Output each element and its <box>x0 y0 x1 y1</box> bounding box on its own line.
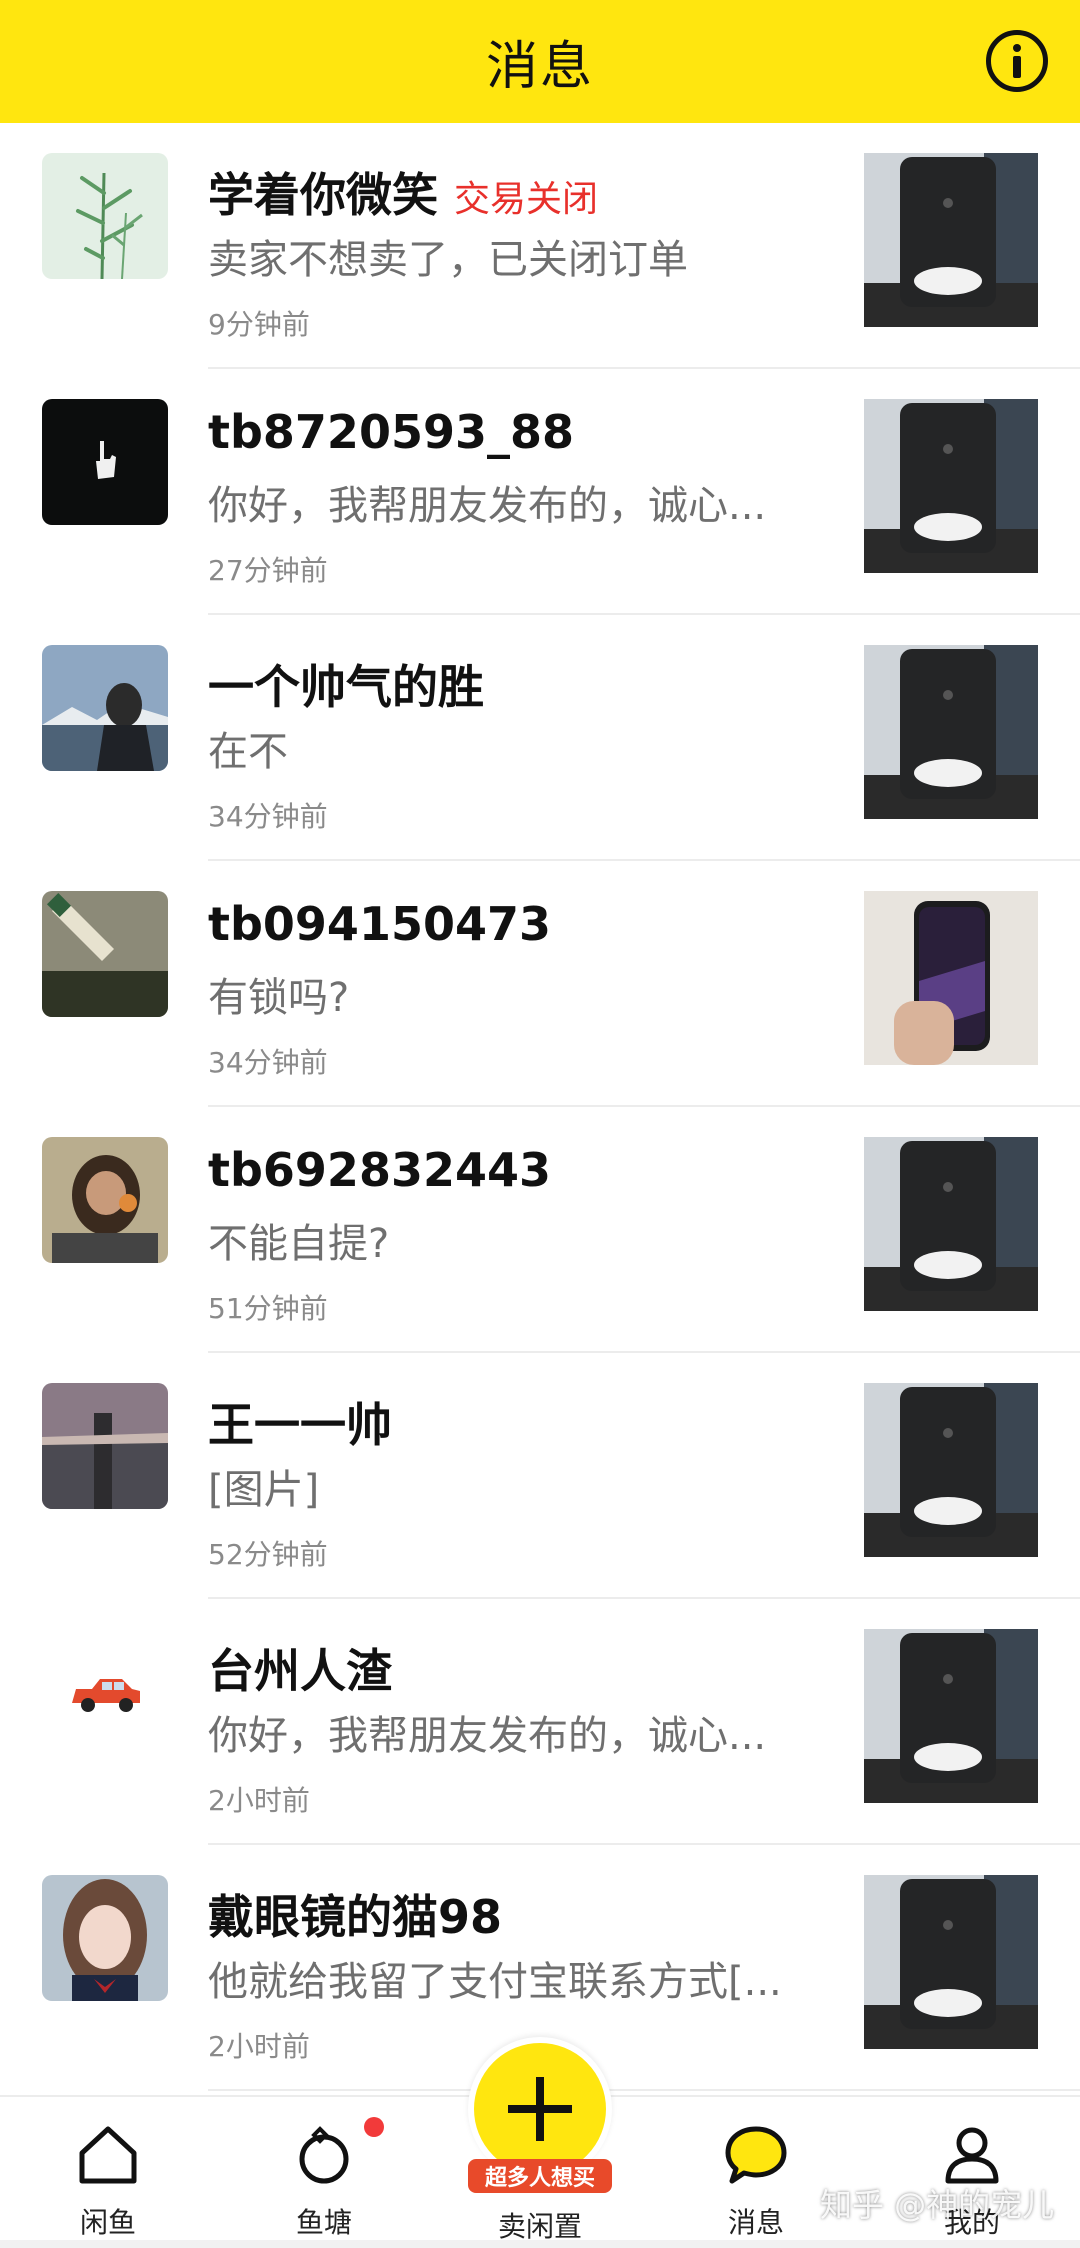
avatar[interactable] <box>42 1875 168 2001</box>
conversation-list: 学着你微笑 交易关闭 卖家不想卖了，已关闭订单 9分钟前 tb8720593_8… <box>0 123 1080 2091</box>
item-thumbnail[interactable] <box>864 1629 1038 1803</box>
sell-promo-badge: 超多人想买 <box>468 2159 612 2193</box>
contact-name: tb094150473 <box>208 897 551 951</box>
notification-dot <box>364 2117 384 2137</box>
avatar[interactable] <box>42 399 168 525</box>
item-thumbnail[interactable] <box>864 399 1038 573</box>
message-preview: 有锁吗? <box>208 975 350 1021</box>
item-thumbnail[interactable] <box>864 1383 1038 1557</box>
watermark: 知乎 @神的宠儿 <box>820 2186 1055 2224</box>
contact-name: 王一一帅 <box>208 1398 392 1452</box>
avatar[interactable] <box>42 1629 168 1755</box>
item-thumbnail[interactable] <box>864 645 1038 819</box>
tab-fishpond[interactable]: 鱼塘 <box>216 2097 432 2248</box>
conversation-row[interactable]: 一个帅气的胜 在不 34分钟前 <box>0 615 1080 861</box>
tab-label: 鱼塘 <box>295 2206 352 2239</box>
home-icon <box>79 2126 137 2184</box>
info-icon[interactable] <box>986 30 1048 92</box>
contact-name: 台州人渣 <box>208 1644 392 1698</box>
timestamp: 2小时前 <box>208 2030 310 2063</box>
message-preview: 不能自提? <box>208 1221 390 1267</box>
message-preview: 在不 <box>208 729 288 775</box>
contact-name: 学着你微笑 <box>208 168 438 222</box>
message-preview: 他就给我留了支付宝联系方式[... <box>208 1959 782 2005</box>
bottom-strip <box>0 2240 1080 2248</box>
avatar[interactable] <box>42 1137 168 1263</box>
item-thumbnail[interactable] <box>864 153 1038 327</box>
timestamp: 27分钟前 <box>208 554 328 587</box>
item-thumbnail[interactable] <box>864 1137 1038 1311</box>
message-preview: [图片] <box>208 1467 320 1513</box>
timestamp: 2小时前 <box>208 1784 310 1817</box>
fishpond-ring-icon <box>299 2126 349 2184</box>
contact-name: 一个帅气的胜 <box>208 660 484 714</box>
chat-bubble-icon <box>725 2126 787 2184</box>
message-preview: 你好，我帮朋友发布的，诚心... <box>208 1713 767 1759</box>
contact-name: tb8720593_88 <box>208 405 574 459</box>
message-preview: 卖家不想卖了，已关闭订单 <box>208 237 688 283</box>
avatar[interactable] <box>42 153 168 279</box>
conversation-row[interactable]: tb8720593_88 你好，我帮朋友发布的，诚心... 27分钟前 <box>0 369 1080 615</box>
timestamp: 34分钟前 <box>208 1046 328 1079</box>
conversation-row[interactable]: 王一一帅 [图片] 52分钟前 <box>0 1353 1080 1599</box>
avatar[interactable] <box>42 1383 168 1509</box>
page-title: 消息 <box>485 37 594 97</box>
status-tag: 交易关闭 <box>454 179 599 220</box>
avatar[interactable] <box>42 891 168 1017</box>
conversation-row[interactable]: 学着你微笑 交易关闭 卖家不想卖了，已关闭订单 9分钟前 <box>0 123 1080 369</box>
tab-home[interactable]: 闲鱼 <box>0 2097 216 2248</box>
item-thumbnail[interactable] <box>864 891 1038 1065</box>
message-preview: 你好，我帮朋友发布的，诚心... <box>208 483 767 529</box>
contact-name: 戴眼镜的猫98 <box>208 1890 503 1944</box>
plus-icon <box>508 2077 572 2141</box>
conversation-row[interactable]: tb094150473 有锁吗? 34分钟前 <box>0 861 1080 1107</box>
conversation-row[interactable]: tb692832443 不能自提? 51分钟前 <box>0 1107 1080 1353</box>
timestamp: 52分钟前 <box>208 1538 328 1571</box>
timestamp: 51分钟前 <box>208 1292 328 1325</box>
avatar[interactable] <box>42 645 168 771</box>
tab-label: 消息 <box>727 2206 784 2239</box>
divider <box>208 2089 1080 2091</box>
timestamp: 34分钟前 <box>208 800 328 833</box>
tab-label: 闲鱼 <box>79 2206 136 2239</box>
tab-label: 卖闲置 <box>497 2210 582 2243</box>
conversation-row[interactable]: 台州人渣 你好，我帮朋友发布的，诚心... 2小时前 <box>0 1599 1080 1845</box>
timestamp: 9分钟前 <box>208 308 310 341</box>
contact-name: tb692832443 <box>208 1143 551 1197</box>
item-thumbnail[interactable] <box>864 1875 1038 2049</box>
top-bar: 消息 <box>0 0 1080 123</box>
